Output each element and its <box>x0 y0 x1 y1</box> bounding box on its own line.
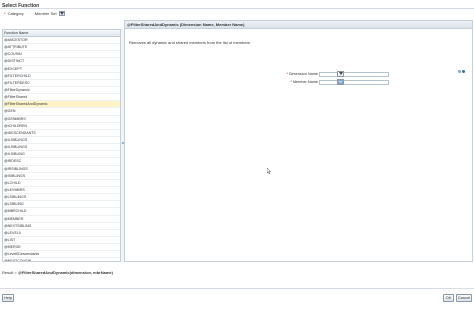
member-selector-button[interactable] <box>337 79 344 85</box>
function-list-item[interactable]: @NEXTCOUSIN <box>3 258 120 261</box>
function-list-item[interactable]: @ANCESTOR <box>3 37 120 45</box>
function-list-item[interactable]: @NEXTSIBLING <box>3 223 120 230</box>
dimension-name-label: * Dimension Name <box>286 72 318 76</box>
category-label: Category <box>7 11 24 16</box>
function-signature-header: @FilterSharedAndDynamic (Dimension Name,… <box>125 21 472 29</box>
function-list-item[interactable]: @GENMBRS <box>3 116 120 123</box>
filter-bar: * Category Member Set <box>4 11 65 16</box>
result-label: Result <box>2 270 14 275</box>
function-list-item[interactable]: @LEVEL0 <box>3 230 120 237</box>
function-list-panel: Function Name @ANCESTOR @ATTRIBUTE @COUSIN… <box>2 29 121 262</box>
function-list-item[interactable]: @IRDESC <box>3 158 120 166</box>
function-description: Removes all dynamic and shared members f… <box>129 40 250 45</box>
function-list-item[interactable]: @FilterSharedAndDynamic <box>3 101 120 109</box>
function-list-item[interactable]: @MERGE <box>3 244 120 252</box>
function-list-item[interactable]: @IRSIBLINGS <box>3 166 120 173</box>
required-marker: * <box>4 11 6 16</box>
footer-divider <box>0 288 474 289</box>
function-detail-panel: @FilterSharedAndDynamic (Dimension Name,… <box>124 20 473 262</box>
function-name-column-header[interactable]: Function Name <box>3 30 120 37</box>
function-list-item[interactable]: @LCHILD <box>3 180 120 187</box>
toggle-dot-icon <box>458 70 461 73</box>
function-list-item[interactable]: @FILTERDESC <box>3 80 120 87</box>
result-expression: @FilterSharedAndDynamic(dimension, mbrNa… <box>17 270 113 275</box>
function-list-item[interactable]: @LSIBLINGS <box>3 194 120 202</box>
function-list-item[interactable]: @MEMBER <box>3 216 120 223</box>
member-name-field[interactable] <box>319 80 389 85</box>
function-list-item[interactable]: @ILSIBLINGS <box>3 137 120 145</box>
member-selector-icon <box>338 80 343 84</box>
member-set-label: Member Set <box>34 11 57 16</box>
function-list-item[interactable]: @LEVMBRS <box>3 187 120 195</box>
function-list-item[interactable]: @LIST <box>3 237 120 245</box>
function-list-item[interactable]: @FilterShared <box>3 94 120 102</box>
add-remove-toggle[interactable] <box>458 70 465 73</box>
cancel-button[interactable]: Cancel <box>456 294 472 302</box>
function-list-item[interactable]: @LSIBLING <box>3 201 120 209</box>
category-dropdown-button[interactable] <box>58 11 65 16</box>
required-marker: * <box>290 80 292 84</box>
ok-button[interactable]: OK <box>443 294 454 302</box>
result-equals: = <box>14 270 17 275</box>
function-list-item[interactable]: @ICHILDREN <box>3 123 120 130</box>
chevron-down-icon <box>338 72 343 75</box>
chevron-down-icon <box>59 12 64 15</box>
function-list-item[interactable]: @COUSIN <box>3 51 120 59</box>
function-list-item[interactable]: @IDESCENDANTS <box>3 130 120 137</box>
dimension-dropdown-button[interactable] <box>337 71 344 77</box>
header-divider <box>0 8 474 9</box>
function-list: @ANCESTOR @ATTRIBUTE @COUSIN @DISTINCT @EXCE… <box>3 37 120 261</box>
function-list-item[interactable]: @GEN <box>3 108 120 116</box>
function-list-item[interactable]: @ISIBLINGS <box>3 173 120 180</box>
required-marker: * <box>286 72 288 76</box>
function-list-item[interactable]: @ATTRIBUTE <box>3 44 120 52</box>
function-list-item[interactable]: @DISTINCT <box>3 58 120 66</box>
function-list-item[interactable]: @ILSIBLINGS <box>3 144 120 152</box>
mouse-cursor-icon <box>267 168 271 174</box>
function-list-item[interactable]: @EXCEPT <box>3 66 120 73</box>
member-name-label: * Member Name <box>290 80 318 84</box>
function-list-item[interactable]: @FILTERCHILD <box>3 73 120 80</box>
dimension-name-field[interactable] <box>319 72 389 77</box>
function-list-item[interactable]: @ILSIBLING <box>3 151 120 159</box>
toggle-dot-icon <box>462 70 465 73</box>
function-list-item[interactable]: @FilterDynamic <box>3 87 120 95</box>
function-list-item[interactable]: @Level0Descendants <box>3 251 120 259</box>
help-button[interactable]: Help <box>2 294 14 302</box>
function-list-item[interactable]: @MBRCHILD <box>3 208 120 216</box>
result-line: Result = @FilterSharedAndDynamic(dimensi… <box>2 270 113 275</box>
